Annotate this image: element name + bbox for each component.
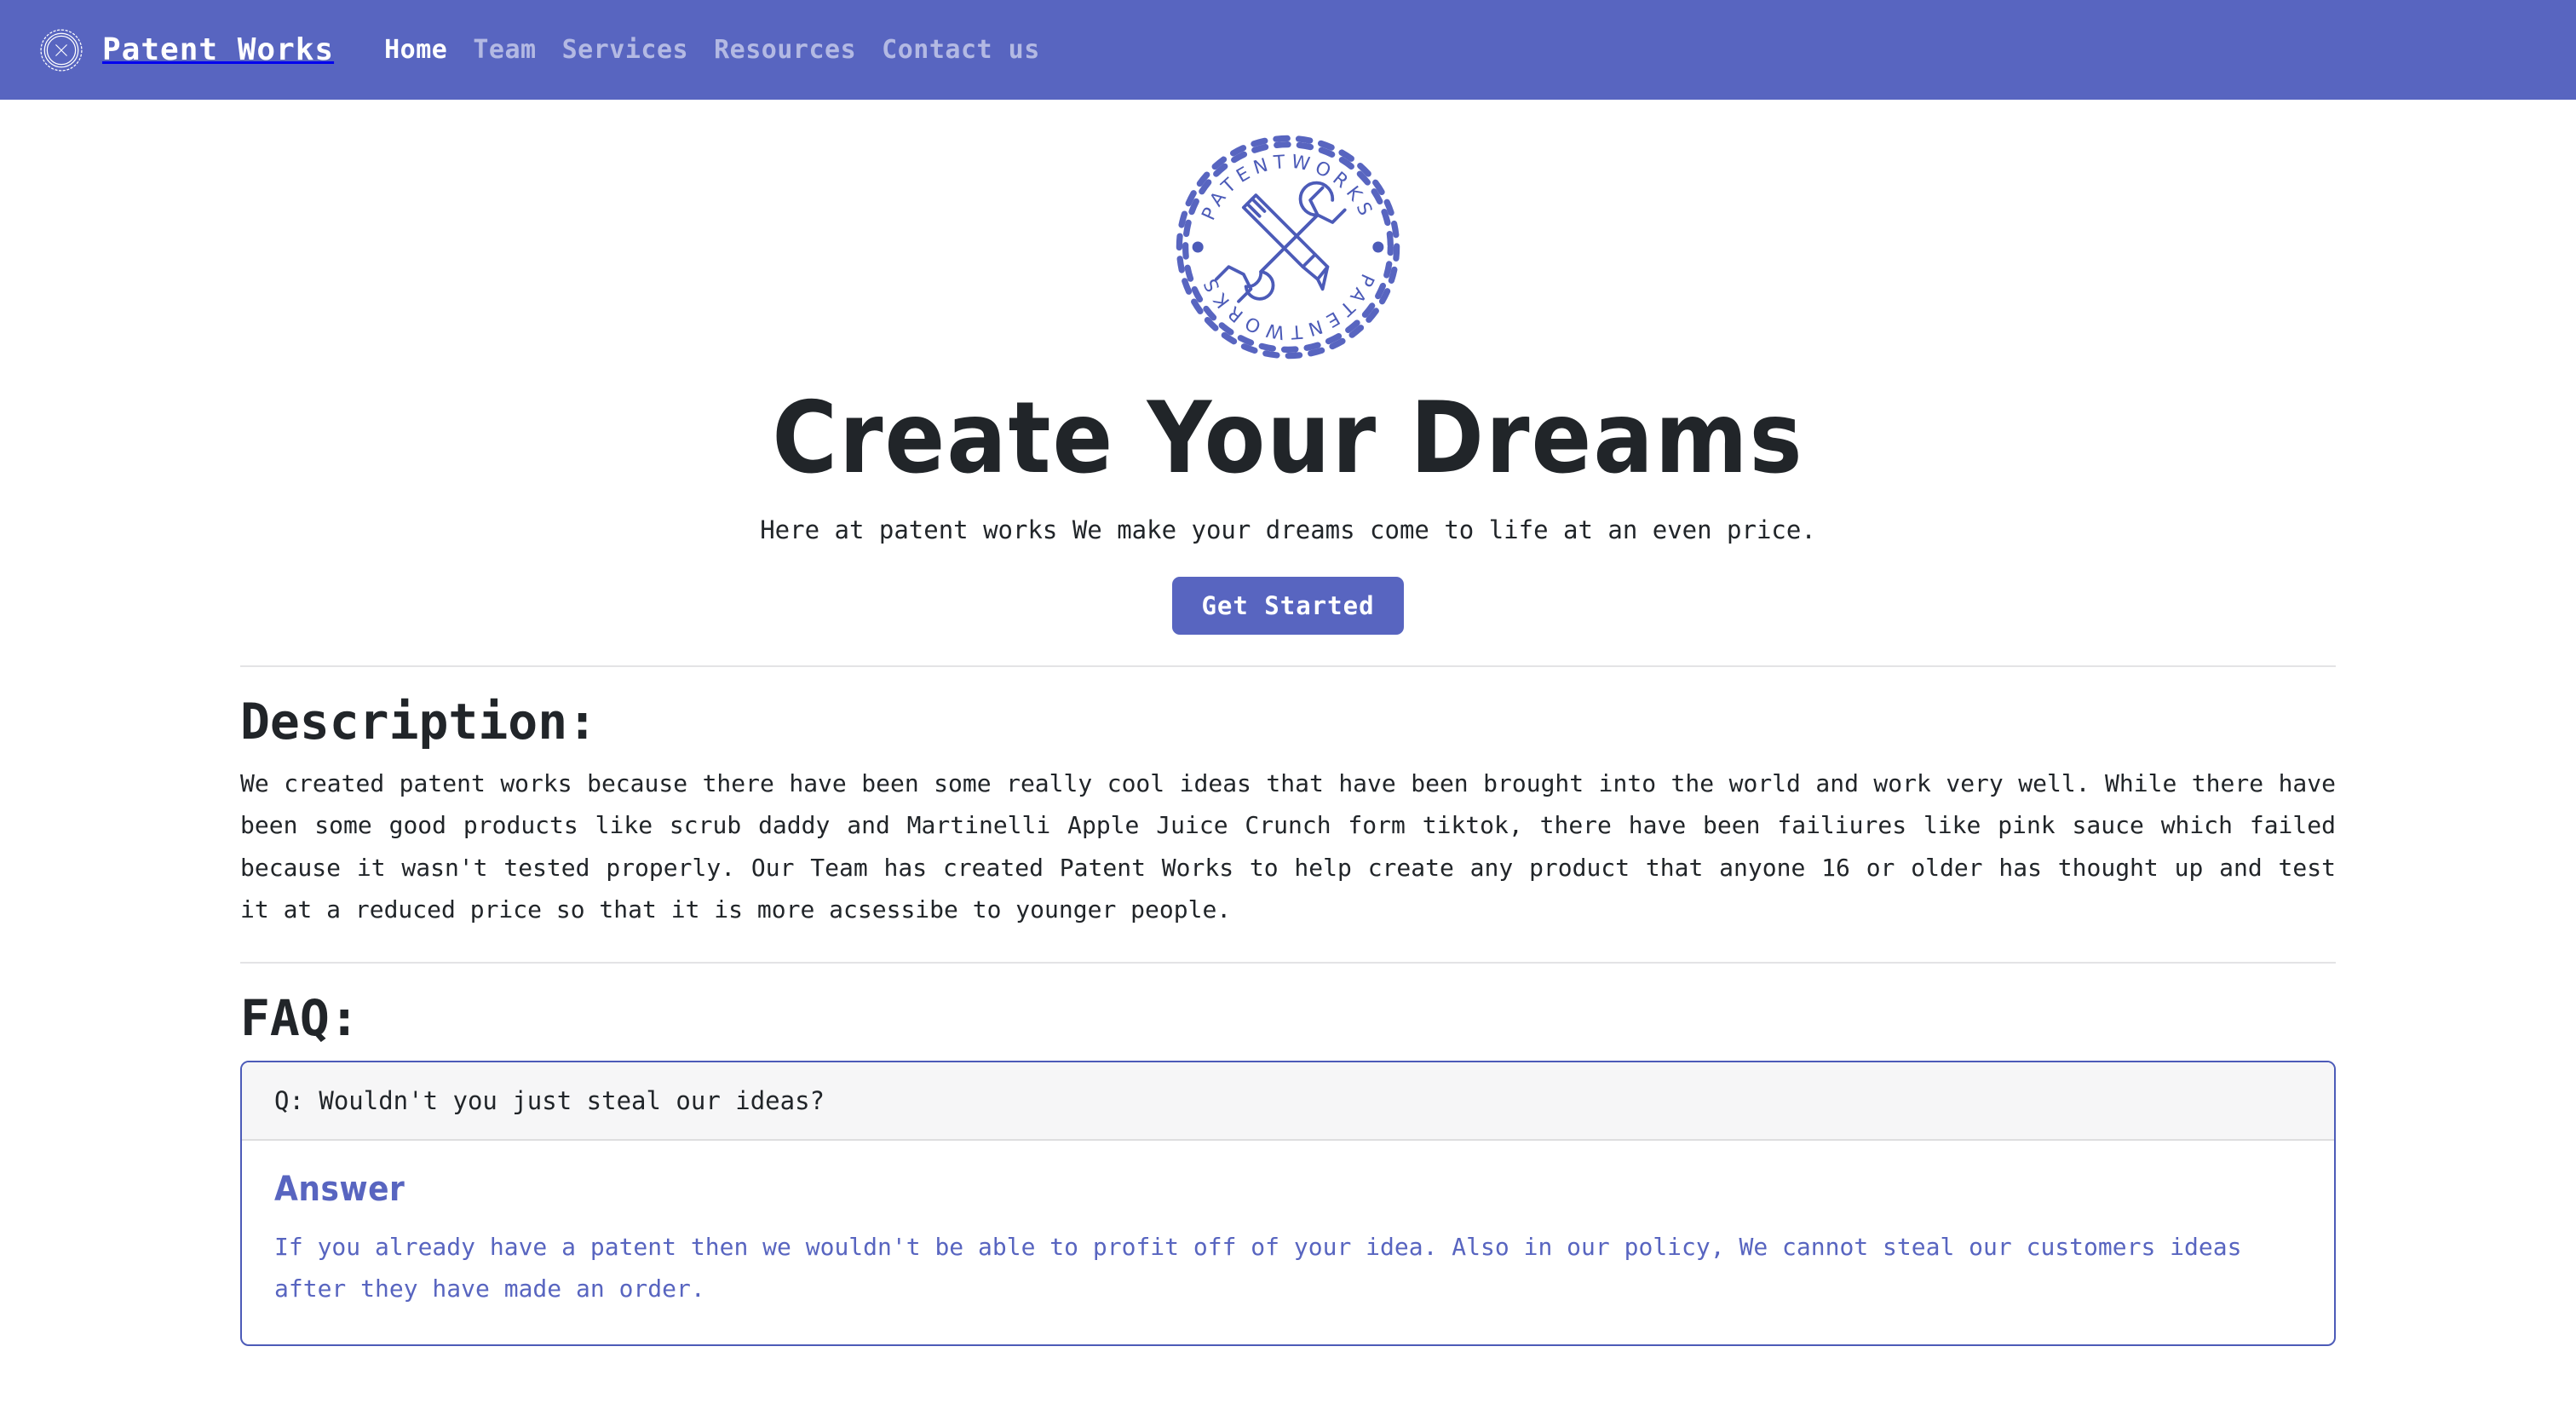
hero-cta-wrap: Get Started <box>0 576 2576 635</box>
faq-answer: Answer If you already have a patent then… <box>242 1141 2334 1344</box>
faq-card: Q: Wouldn't you just steal our ideas? An… <box>240 1060 2336 1346</box>
content-container: Description: We created patent works bec… <box>240 665 2336 1346</box>
page-title: Create Your Dreams <box>772 381 1804 496</box>
divider-above-description <box>240 665 2336 667</box>
hero-section: PATENTWORKS PATENTWORKS Create Your Drea… <box>0 100 2576 635</box>
brand-name: Patent Works <box>102 32 335 67</box>
main-navbar: Patent Works Home Team Services Resource… <box>0 0 2576 100</box>
nav-link-services[interactable]: Services <box>549 35 702 65</box>
nav-link-team[interactable]: Team <box>460 35 549 65</box>
patentworks-badge-icon: PATENTWORKS PATENTWORKS <box>1164 124 1412 371</box>
description-section: Description: We created patent works bec… <box>240 693 2336 931</box>
description-title: Description: <box>240 692 598 751</box>
brand-home-link[interactable]: Patent Works <box>39 28 334 72</box>
pencil-and-wrench-crossed-icon <box>1215 181 1347 303</box>
nav-link-home[interactable]: Home <box>371 35 460 65</box>
faq-title: FAQ: <box>240 988 359 1047</box>
divider-above-faq <box>240 961 2336 964</box>
nav-link-resources[interactable]: Resources <box>701 35 869 65</box>
hero-subtitle: Here at patent works We make your dreams… <box>760 515 1816 544</box>
faq-question[interactable]: Q: Wouldn't you just steal our ideas? <box>242 1062 2334 1141</box>
hero-logo-wrap: PATENTWORKS PATENTWORKS <box>0 115 2576 379</box>
get-started-button[interactable]: Get Started <box>1172 576 1404 635</box>
nav-link-contact-us[interactable]: Contact us <box>869 35 1053 65</box>
description-body: We created patent works because there ha… <box>240 768 2336 924</box>
faq-section: FAQ: Q: Wouldn't you just steal our idea… <box>240 989 2336 1346</box>
patentworks-badge-icon <box>39 28 83 72</box>
nav-links: Home Team Services Resources Contact us <box>371 35 1053 65</box>
faq-answer-body: If you already have a patent then we wou… <box>274 1232 2242 1303</box>
faq-answer-label: Answer <box>274 1169 405 1209</box>
